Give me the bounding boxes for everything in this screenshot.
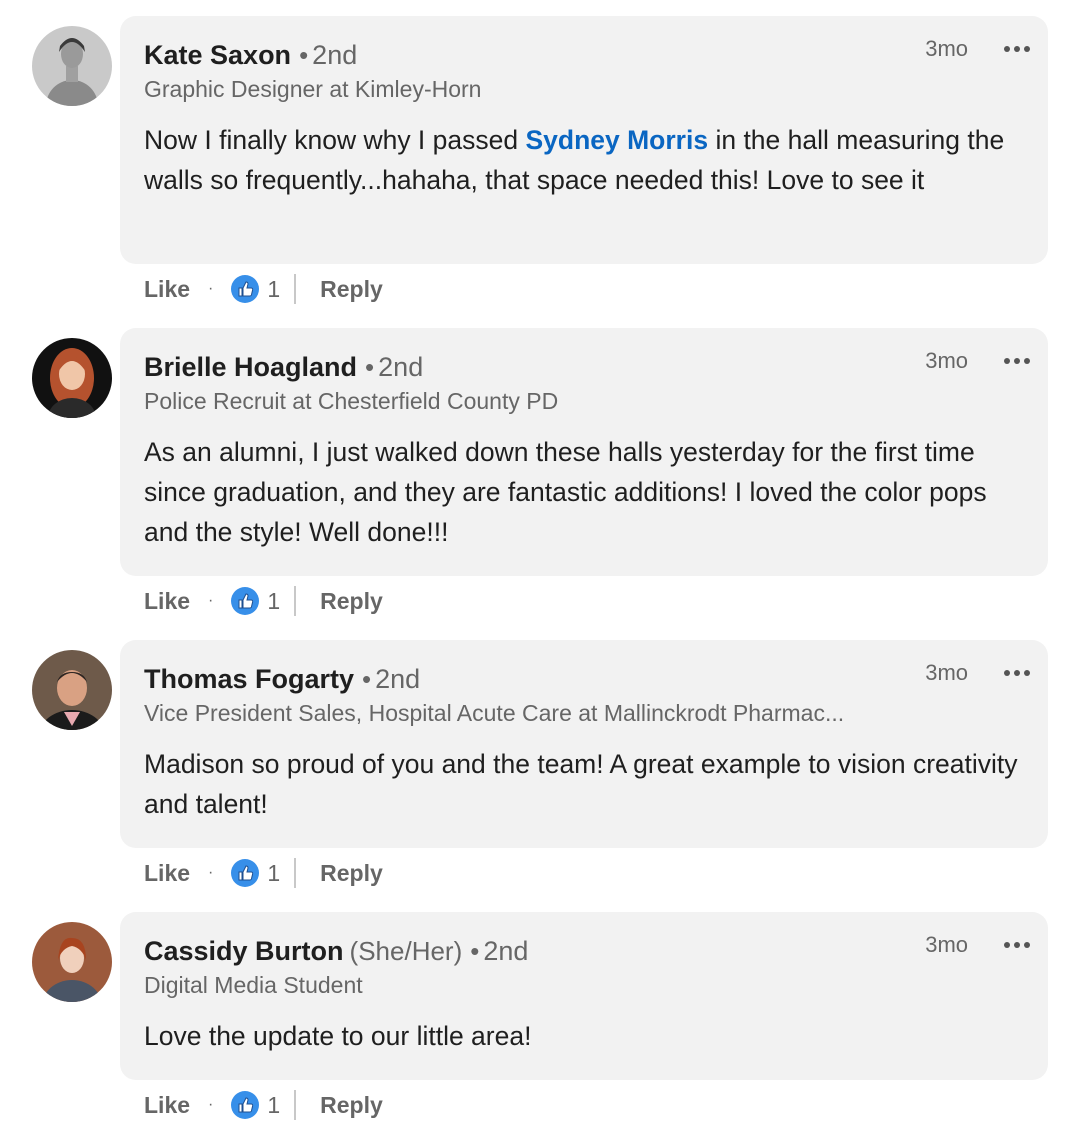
like-reaction-icon[interactable] [231,587,260,615]
author-pronouns: (She/Her) [349,936,463,966]
like-button[interactable]: Like [144,1092,190,1119]
reaction-count[interactable]: 1 [267,1092,280,1119]
comment-text: Madison so proud of you and the team! A … [144,744,1024,824]
connection-degree: 2nd [378,352,424,382]
comment-bubble: Cassidy Burton (She/Her) • 2nd Digital Medi… [120,912,1048,1080]
like-button[interactable]: Like [144,276,190,303]
comment-text: As an alumni, I just walked down these h… [144,432,1024,552]
comment-header: Brielle Hoagland • 2nd [144,352,423,383]
reply-button[interactable]: Reply [320,860,383,887]
reaction-count[interactable]: 1 [267,860,280,887]
reply-button[interactable]: Reply [320,276,383,303]
comment-actions: Like · 1 Reply [144,1090,383,1120]
author-name[interactable]: Cassidy Burton [144,936,344,966]
author-name[interactable]: Thomas Fogarty [144,664,354,694]
comment-bubble: Kate Saxon • 2nd Graphic Designer at Kimle… [120,16,1048,264]
separator-dot: · [208,280,214,297]
mention-link[interactable]: Sydney Morris [525,125,708,155]
separator-dot: · [208,592,214,609]
avatar[interactable] [32,26,112,106]
like-reaction-icon[interactable] [231,1091,260,1119]
more-options-icon[interactable] [1004,942,1030,948]
avatar-photo [32,922,112,1002]
avatar[interactable] [32,650,112,730]
author-headline: Graphic Designer at Kimley-Horn [144,76,482,102]
comment-actions: Like · 1 Reply [144,274,383,304]
author-headline: Police Recruit at Chesterfield County PD [144,388,559,414]
reaction-count[interactable]: 1 [267,276,280,303]
comment-timestamp: 3mo [925,932,968,957]
avatar[interactable] [32,922,112,1002]
comment-actions: Like · 1 Reply [144,858,383,888]
comment-text-part: Madison so proud of you and the team! A … [144,749,1018,819]
like-button[interactable]: Like [144,860,190,887]
comment-bubble: Brielle Hoagland • 2nd Police Recruit at C… [120,328,1048,576]
comment-header: Kate Saxon • 2nd [144,40,357,71]
reply-button[interactable]: Reply [320,1092,383,1119]
reply-button[interactable]: Reply [320,588,383,615]
author-headline: Vice President Sales, Hospital Acute Car… [144,700,845,726]
separator-dot: • [365,352,375,382]
author-name[interactable]: Kate Saxon [144,40,291,70]
divider [294,586,297,616]
comment-text: Love the update to our little area! [144,1016,1024,1056]
separator-dot: • [299,40,309,70]
connection-degree: 2nd [312,40,358,70]
separator-dot: · [208,1096,214,1113]
connection-degree: 2nd [375,664,421,694]
more-options-icon[interactable] [1004,46,1030,52]
like-reaction-icon[interactable] [231,275,260,303]
comment-bubble: Thomas Fogarty • 2nd Vice President Sales,… [120,640,1048,848]
divider [294,858,297,888]
comment-text-part: As an alumni, I just walked down these h… [144,437,987,547]
separator-dot: · [208,864,214,881]
avatar-photo [32,26,112,106]
separator-dot: • [362,664,372,694]
like-reaction-icon[interactable] [231,859,260,887]
reaction-count[interactable]: 1 [267,588,280,615]
divider [294,1090,297,1120]
author-headline: Digital Media Student [144,972,363,998]
connection-degree: 2nd [483,936,529,966]
comment-header: Thomas Fogarty • 2nd [144,664,420,695]
comment-timestamp: 3mo [925,36,968,61]
comment-text: Now I finally know why I passed Sydney M… [144,120,1024,200]
comment-header: Cassidy Burton (She/Her) • 2nd [144,936,528,967]
like-button[interactable]: Like [144,588,190,615]
avatar-photo [32,650,112,730]
avatar-photo [32,338,112,418]
separator-dot: • [470,936,480,966]
comment-actions: Like · 1 Reply [144,586,383,616]
comment-timestamp: 3mo [925,660,968,685]
more-options-icon[interactable] [1004,358,1030,364]
comment-text-part: Now I finally know why I passed [144,125,526,155]
more-options-icon[interactable] [1004,670,1030,676]
divider [294,274,297,304]
comment-timestamp: 3mo [925,348,968,373]
avatar[interactable] [32,338,112,418]
author-name[interactable]: Brielle Hoagland [144,352,357,382]
comment-text-part: Love the update to our little area! [144,1021,532,1051]
